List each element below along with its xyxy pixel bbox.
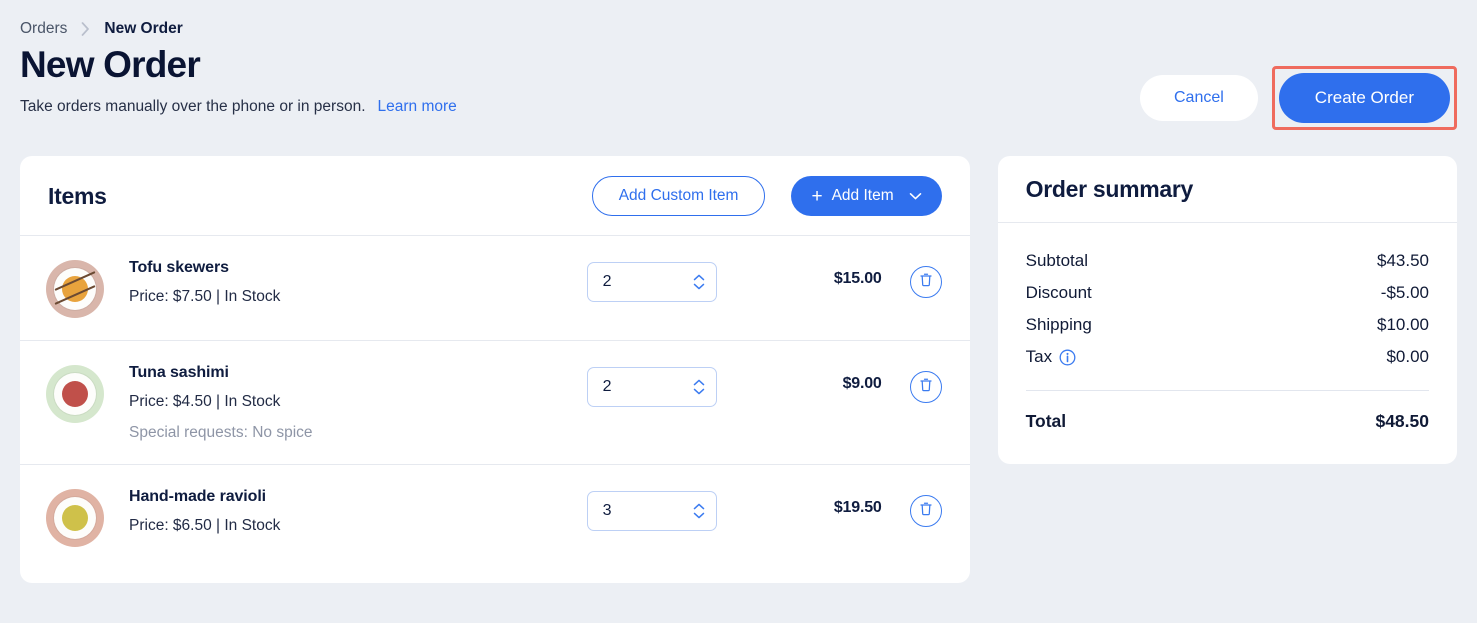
- quantity-cell: 2: [586, 258, 772, 302]
- quantity-stepper[interactable]: 2: [586, 367, 717, 407]
- order-summary-title: Order summary: [1025, 176, 1194, 202]
- summary-row-value: -$5.00: [1380, 283, 1429, 302]
- item-meta: Price: $4.50 | In Stock: [129, 393, 281, 410]
- summary-row: Discount -$5.00: [1026, 277, 1429, 309]
- trash-icon: [919, 272, 933, 292]
- summary-row-value: $43.50: [1377, 251, 1429, 270]
- quantity-cell: 3: [586, 487, 772, 531]
- tuna-sashimi-photo: [46, 365, 104, 423]
- summary-row-label-wrap: Subtotal: [1026, 251, 1088, 271]
- plus-icon: +: [811, 185, 823, 207]
- summary-row-label: Tax: [1025, 347, 1053, 366]
- new-order-page: Orders New Order New Order Take orders m…: [0, 0, 1477, 623]
- items-card: Items Add Custom Item + Add Item Tofu sk…: [20, 156, 970, 583]
- chevron-up-down-icon[interactable]: [693, 274, 705, 290]
- quantity-value: 3: [602, 502, 612, 519]
- summary-total-row: Total $48.50: [1026, 405, 1429, 438]
- trash-icon: [919, 501, 933, 521]
- page-subtitle: Take orders manually over the phone or i…: [20, 98, 457, 116]
- breadcrumb-current: New Order: [104, 20, 183, 37]
- chevron-right-icon: [81, 22, 90, 36]
- page-header-text: New Order Take orders manually over the …: [20, 38, 457, 116]
- item-price: $15.00: [833, 270, 882, 287]
- item-name: Tuna sashimi: [129, 364, 229, 381]
- item-info: Tofu skewers Price: $7.50 | In Stock: [104, 258, 587, 306]
- item-info: Hand-made ravioli Price: $6.50 | In Stoc…: [104, 487, 587, 535]
- item-price: $19.50: [833, 499, 882, 516]
- page-subtitle-text: Take orders manually over the phone or i…: [20, 97, 366, 115]
- item-info: Tuna sashimi Price: $4.50 | In Stock Spe…: [104, 363, 587, 442]
- summary-row-value: $10.00: [1377, 315, 1429, 334]
- tofu-skewers-photo: [46, 260, 104, 318]
- summary-row-label-wrap: Discount: [1026, 283, 1092, 303]
- quantity-stepper[interactable]: 2: [586, 262, 717, 302]
- summary-row-label: Discount: [1025, 283, 1092, 302]
- items-header-buttons: Add Custom Item + Add Item: [591, 176, 942, 216]
- summary-total-value: $48.50: [1375, 411, 1429, 431]
- item-special-requests: Special requests: No spice: [129, 424, 313, 441]
- quantity-cell: 2: [586, 363, 772, 407]
- delete-item-button[interactable]: [909, 371, 942, 403]
- info-icon[interactable]: [1059, 349, 1076, 366]
- item-meta: Price: $7.50 | In Stock: [129, 288, 281, 305]
- add-custom-item-button[interactable]: Add Custom Item: [591, 176, 766, 216]
- delete-item-button[interactable]: [909, 266, 942, 298]
- chevron-down-icon: [909, 192, 922, 201]
- item-row: Tofu skewers Price: $7.50 | In Stock 2 $…: [20, 236, 970, 341]
- item-name: Tofu skewers: [129, 259, 229, 276]
- summary-row-value: $0.00: [1386, 347, 1429, 366]
- chevron-up-down-icon[interactable]: [693, 503, 705, 519]
- summary-divider: [1025, 390, 1429, 391]
- learn-more-link[interactable]: Learn more: [378, 98, 457, 116]
- create-order-highlight: Create Order: [1271, 66, 1457, 130]
- breadcrumb-orders-link[interactable]: Orders: [20, 20, 67, 38]
- quantity-value: 2: [602, 273, 612, 290]
- order-summary-header: Order summary: [997, 156, 1457, 223]
- summary-row: Subtotal $43.50: [1026, 245, 1429, 277]
- main-content: Items Add Custom Item + Add Item Tofu sk…: [20, 156, 1457, 583]
- order-summary-card: Order summary Subtotal $43.50 Discount -…: [997, 156, 1457, 464]
- summary-row-label: Shipping: [1025, 315, 1092, 334]
- trash-icon: [919, 377, 933, 397]
- summary-row: Shipping $10.00: [1026, 309, 1429, 341]
- chevron-up-down-icon[interactable]: [693, 379, 705, 395]
- add-item-button[interactable]: + Add Item: [791, 176, 942, 216]
- breadcrumb: Orders New Order: [20, 0, 1457, 38]
- item-rows: Tofu skewers Price: $7.50 | In Stock 2 $…: [20, 236, 970, 583]
- summary-total-label: Total: [1025, 411, 1067, 431]
- item-row: Tuna sashimi Price: $4.50 | In Stock Spe…: [20, 341, 970, 465]
- hand-made-ravioli-photo: [46, 489, 104, 547]
- quantity-value: 2: [602, 378, 612, 395]
- page-header: New Order Take orders manually over the …: [20, 38, 1457, 130]
- item-price: $9.00: [842, 375, 882, 392]
- quantity-stepper[interactable]: 3: [586, 491, 717, 531]
- items-title: Items: [48, 182, 107, 209]
- delete-item-button[interactable]: [909, 495, 942, 527]
- summary-row-label-wrap: Tax: [1026, 347, 1076, 367]
- item-name: Hand-made ravioli: [129, 488, 267, 505]
- summary-row: Tax $0.00: [1026, 341, 1429, 373]
- order-summary-body: Subtotal $43.50 Discount -$5.00 Shipping…: [998, 223, 1457, 464]
- add-item-label: Add Item: [831, 187, 894, 204]
- cancel-button[interactable]: Cancel: [1139, 75, 1258, 121]
- item-meta: Price: $6.50 | In Stock: [129, 517, 281, 534]
- items-card-header: Items Add Custom Item + Add Item: [20, 156, 970, 236]
- summary-lines: Subtotal $43.50 Discount -$5.00 Shipping…: [1026, 245, 1429, 373]
- page-title: New Order: [20, 44, 201, 85]
- create-order-button[interactable]: Create Order: [1278, 73, 1450, 123]
- summary-row-label: Subtotal: [1025, 251, 1088, 270]
- item-row: Hand-made ravioli Price: $6.50 | In Stoc…: [20, 465, 970, 583]
- header-actions: Cancel Create Order: [1139, 38, 1457, 130]
- summary-row-label-wrap: Shipping: [1026, 315, 1092, 335]
